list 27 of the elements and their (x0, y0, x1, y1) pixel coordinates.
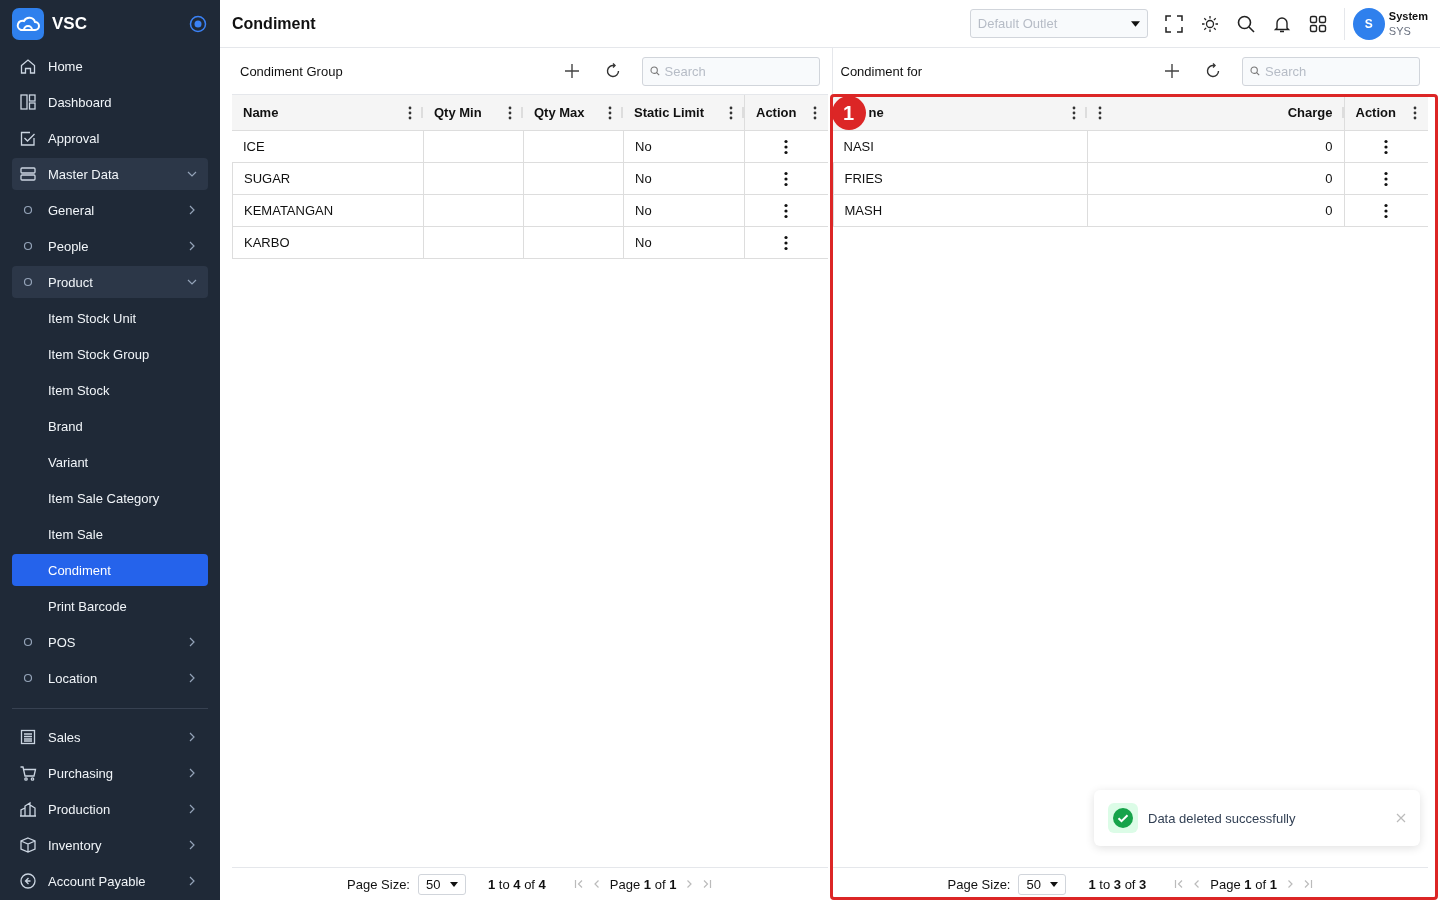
table-cell: FRIES (832, 163, 1087, 195)
table-cell: KARBO (232, 227, 423, 259)
user-name: System (1388, 8, 1428, 24)
table-cell: No (623, 195, 744, 227)
table-cell: KEMATANGAN (232, 195, 423, 227)
table-cell: No (623, 163, 744, 195)
table-cell: No (623, 227, 744, 259)
page-size-label: Page Size: (347, 876, 410, 892)
table-cell: ICE (232, 131, 423, 163)
table-cell: MASH (832, 195, 1087, 227)
row-range: 1 to 3 of 3 (1088, 876, 1147, 892)
brand-name: VSC (52, 14, 88, 34)
page-title: Condiment (232, 14, 317, 33)
page-indicator: Page 1 of 1 (1210, 876, 1277, 892)
row-range: 1 to 4 of 4 (488, 876, 546, 892)
toast-message: Data deleted successfully (1148, 810, 1297, 826)
table-cell: NASI (832, 131, 1087, 163)
table-cell: 0 (1086, 131, 1344, 163)
panel-title: Condiment Group (240, 63, 344, 79)
user-code: SYS (1388, 23, 1412, 39)
table-cell: SUGAR (232, 163, 423, 195)
table-cell: No (623, 131, 744, 163)
table-cell: 0 (1086, 163, 1344, 195)
page-indicator: Page 1 of 1 (609, 876, 677, 892)
panel-title: Condiment for (840, 63, 924, 79)
page-size-label: Page Size: (947, 876, 1011, 892)
table-cell: 0 (1086, 195, 1344, 227)
